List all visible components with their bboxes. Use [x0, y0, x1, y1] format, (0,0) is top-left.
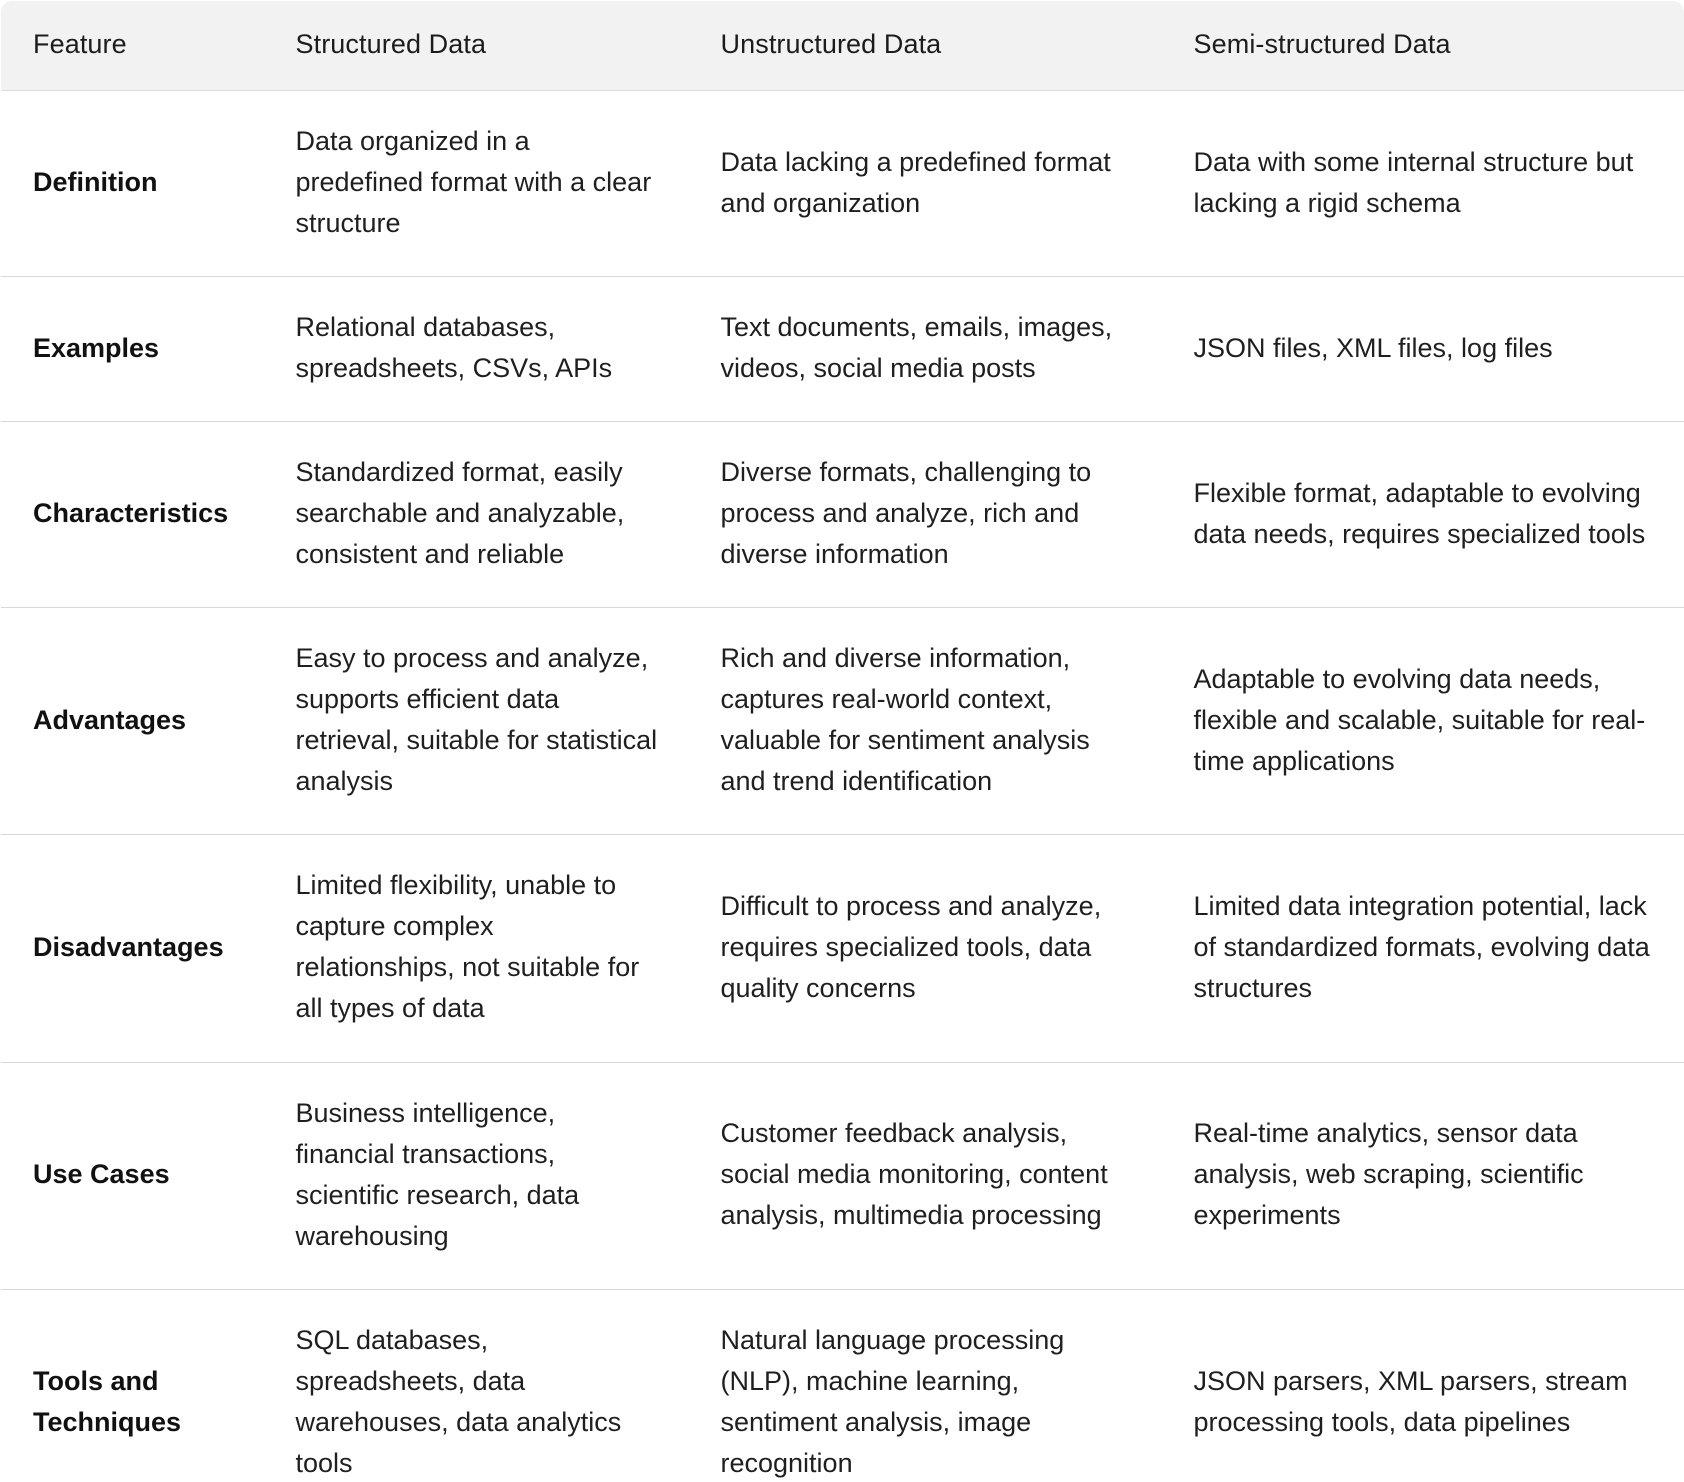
- table-row: Disadvantages Limited flexibility, unabl…: [1, 834, 1684, 1062]
- page-root: Feature Structured Data Unstructured Dat…: [0, 0, 1684, 1482]
- cell-structured: Limited flexibility, unable to capture c…: [263, 834, 689, 1062]
- cell-structured: Business intelligence, financial transac…: [263, 1062, 689, 1290]
- cell-semi-structured: JSON files, XML files, log files: [1161, 276, 1684, 422]
- column-header-structured-data: Structured Data: [263, 0, 689, 91]
- data-type-comparison-table: Feature Structured Data Unstructured Dat…: [0, 0, 1684, 1482]
- table-row: Tools and Techniques SQL databases, spre…: [1, 1289, 1684, 1482]
- row-feature-label: Advantages: [1, 607, 264, 835]
- row-feature-label: Use Cases: [1, 1062, 264, 1290]
- table-row: Definition Data organized in a predefine…: [1, 90, 1684, 277]
- cell-semi-structured: JSON parsers, XML parsers, stream proces…: [1161, 1289, 1684, 1482]
- cell-unstructured: Text documents, emails, images, videos, …: [688, 276, 1162, 422]
- table-header: Feature Structured Data Unstructured Dat…: [1, 0, 1684, 91]
- row-feature-label: Characteristics: [1, 421, 264, 608]
- cell-semi-structured: Data with some internal structure but la…: [1161, 90, 1684, 277]
- cell-semi-structured: Limited data integration potential, lack…: [1161, 834, 1684, 1062]
- table-row: Characteristics Standardized format, eas…: [1, 421, 1684, 608]
- cell-unstructured: Data lacking a predefined format and org…: [688, 90, 1162, 277]
- table-row: Use Cases Business intelligence, financi…: [1, 1062, 1684, 1290]
- cell-structured: Standardized format, easily searchable a…: [263, 421, 689, 608]
- table-header-row: Feature Structured Data Unstructured Dat…: [1, 0, 1684, 91]
- cell-unstructured: Diverse formats, challenging to process …: [688, 421, 1162, 608]
- table-row: Examples Relational databases, spreadshe…: [1, 276, 1684, 422]
- row-feature-label: Examples: [1, 276, 264, 422]
- cell-semi-structured: Flexible format, adaptable to evolving d…: [1161, 421, 1684, 608]
- cell-unstructured: Rich and diverse information, captures r…: [688, 607, 1162, 835]
- column-header-feature: Feature: [1, 0, 264, 91]
- table-body: Definition Data organized in a predefine…: [1, 90, 1684, 1482]
- cell-semi-structured: Adaptable to evolving data needs, flexib…: [1161, 607, 1684, 835]
- cell-unstructured: Natural language processing (NLP), machi…: [688, 1289, 1162, 1482]
- cell-structured: Relational databases, spreadsheets, CSVs…: [263, 276, 689, 422]
- cell-unstructured: Customer feedback analysis, social media…: [688, 1062, 1162, 1290]
- row-feature-label: Disadvantages: [1, 834, 264, 1062]
- cell-structured: Data organized in a predefined format wi…: [263, 90, 689, 277]
- column-header-unstructured-data: Unstructured Data: [688, 0, 1162, 91]
- cell-unstructured: Difficult to process and analyze, requir…: [688, 834, 1162, 1062]
- row-feature-label: Tools and Techniques: [1, 1289, 264, 1482]
- cell-structured: Easy to process and analyze, supports ef…: [263, 607, 689, 835]
- cell-semi-structured: Real-time analytics, sensor data analysi…: [1161, 1062, 1684, 1290]
- table-row: Advantages Easy to process and analyze, …: [1, 607, 1684, 835]
- column-header-semi-structured-data: Semi-structured Data: [1161, 0, 1684, 91]
- row-feature-label: Definition: [1, 90, 264, 277]
- cell-structured: SQL databases, spreadsheets, data wareho…: [263, 1289, 689, 1482]
